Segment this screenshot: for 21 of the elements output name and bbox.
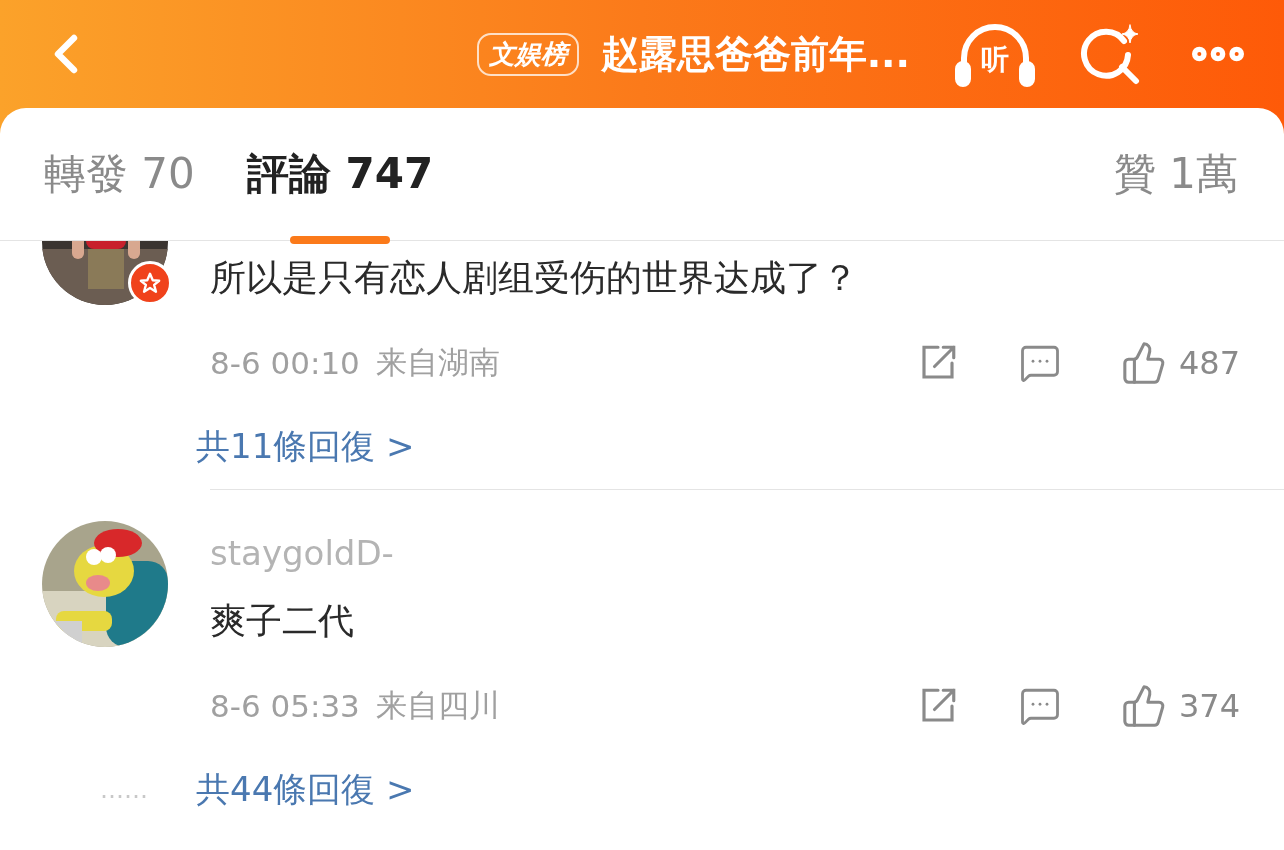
comment-text: 爽子二代 bbox=[210, 599, 355, 643]
search-icon[interactable] bbox=[1080, 23, 1142, 85]
tab[interactable]: 贊 1萬 bbox=[1113, 146, 1238, 202]
comment-location: 来自四川 bbox=[375, 686, 500, 725]
replies-link[interactable]: 共11條回復 > bbox=[196, 424, 415, 470]
listen-button[interactable]: 听 bbox=[954, 18, 1036, 90]
tab[interactable]: 轉發 70 bbox=[44, 146, 195, 202]
thumbs-up-icon bbox=[1120, 683, 1167, 729]
page-title: 赵露思爸爸前年... bbox=[600, 30, 910, 78]
username[interactable]: staygoldD- bbox=[210, 528, 1284, 578]
like-button[interactable]: 487 bbox=[1120, 340, 1240, 386]
replies-link[interactable]: 共44條回復 > bbox=[196, 767, 415, 813]
thumbs-up-icon bbox=[1120, 340, 1167, 386]
comment-text: 所以是只有恋人剧组受伤的世界达成了？ bbox=[210, 256, 859, 300]
ellipsis-text: …… bbox=[100, 776, 149, 804]
like-button[interactable]: 374 bbox=[1120, 683, 1240, 729]
comment-time: 8-6 05:33 bbox=[210, 688, 360, 724]
tab[interactable]: 評論 747 bbox=[246, 146, 434, 202]
rank-badge[interactable]: 文娱榜 bbox=[476, 32, 579, 76]
comment-time: 8-6 00:10 bbox=[210, 345, 360, 381]
comment-location: 来自湖南 bbox=[375, 343, 500, 382]
